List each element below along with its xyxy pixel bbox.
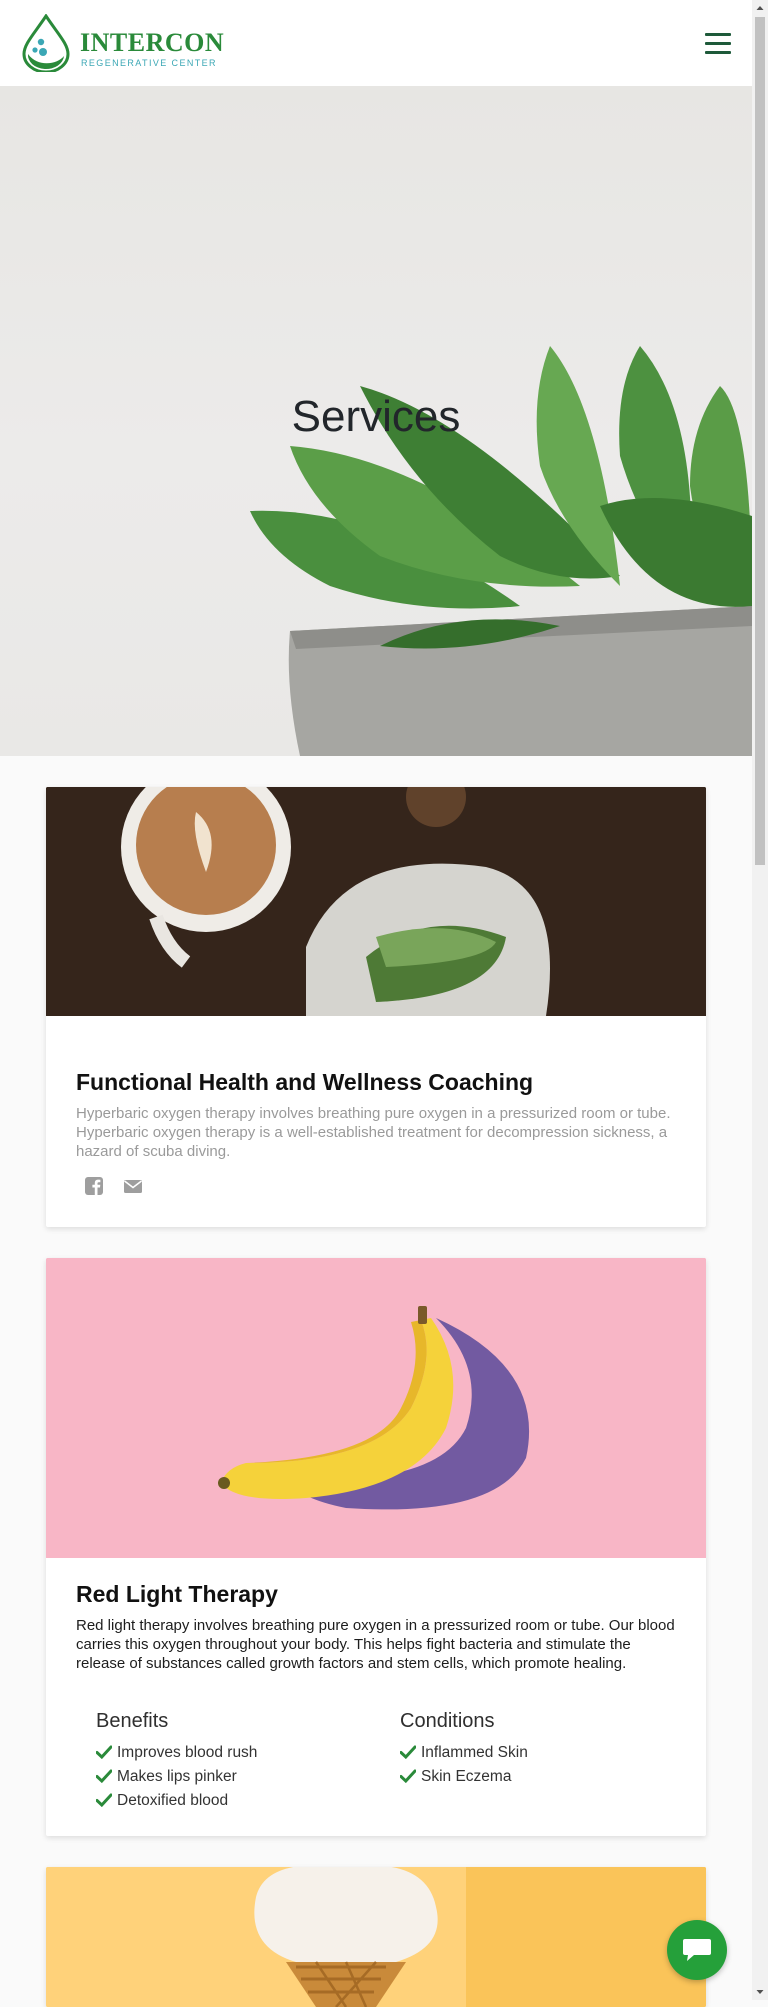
chat-button[interactable] — [667, 1920, 727, 1980]
check-icon — [96, 1793, 112, 1807]
benefits-heading: Benefits — [96, 1710, 169, 1732]
brand-subtitle: REGENERATIVE CENTER — [81, 58, 217, 68]
hero-banner: Services — [0, 86, 752, 756]
card-description: Red light therapy involves breathing pur… — [76, 1617, 675, 1672]
logo-drop-icon — [22, 14, 70, 72]
scrollbar-thumb[interactable] — [755, 17, 765, 865]
page-title: Services — [291, 392, 461, 441]
conditions-heading: Conditions — [400, 1710, 495, 1732]
ice-cream-image — [46, 1867, 706, 2007]
site-header: INTERCON REGENERATIVE CENTER — [0, 0, 752, 87]
card-title: Red Light Therapy — [76, 1581, 278, 1607]
chat-bubble-icon — [683, 1939, 711, 1961]
facebook-icon[interactable] — [84, 1176, 104, 1196]
scroll-up-arrow-icon[interactable] — [752, 0, 768, 16]
banana-image — [46, 1258, 706, 1558]
brand-name: INTERCON — [80, 28, 225, 57]
card-title: Functional Health and Wellness Coaching — [76, 1069, 534, 1095]
service-card-red-light-therapy: Red Light Therapy Red light therapy invo… — [46, 1258, 706, 1836]
check-icon — [400, 1769, 416, 1783]
service-card-partial — [46, 1867, 706, 2007]
service-card-functional-health: Functional Health and Wellness Coaching … — [46, 787, 706, 1227]
logo[interactable]: INTERCON REGENERATIVE CENTER — [20, 14, 224, 74]
vertical-scrollbar[interactable] — [752, 0, 768, 2000]
card-description: Hyperbaric oxygen therapy involves breat… — [76, 1105, 671, 1160]
coffee-toast-image — [46, 787, 706, 1016]
scroll-down-arrow-icon[interactable] — [752, 1984, 768, 2000]
check-icon — [96, 1769, 112, 1783]
hamburger-icon[interactable] — [705, 33, 731, 55]
check-icon — [400, 1745, 416, 1759]
check-icon — [96, 1745, 112, 1759]
mail-icon[interactable] — [123, 1176, 143, 1196]
